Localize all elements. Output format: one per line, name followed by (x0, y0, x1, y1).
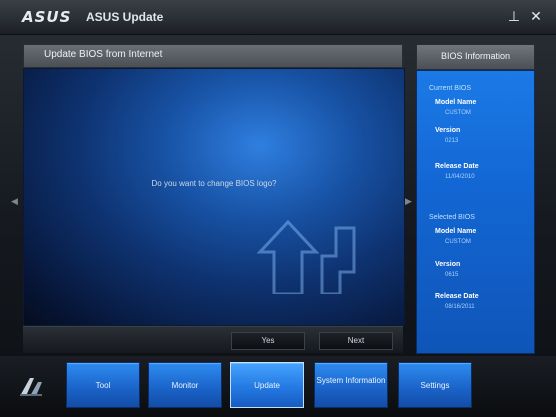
current-version-label: Version (435, 127, 461, 134)
bios-info-title: BIOS Information (440, 51, 511, 61)
selected-version-value: 0615 (445, 272, 459, 278)
current-bios-section: Current BIOS (429, 85, 472, 92)
tab-system-information[interactable]: System Information (314, 362, 388, 408)
selected-model-label: Model Name (435, 228, 477, 235)
current-date-label: Release Date (435, 163, 479, 170)
app-title: ASUS Update (86, 10, 164, 24)
tab-settings-label: Settings (420, 381, 450, 390)
main-panel-title: Update BIOS from Internet (44, 49, 163, 60)
asus-brand-icon (20, 378, 42, 396)
selected-bios-section: Selected BIOS (429, 214, 475, 221)
main-panel-header: Update BIOS from Internet (23, 44, 403, 68)
title-bar: ASUS ASUS Update ⊥ ✕ (0, 0, 556, 35)
change-logo-prompt: Do you want to change BIOS logo? (151, 179, 277, 188)
right-arrow-icon[interactable]: ▶ (405, 196, 412, 207)
tab-tool-label: Tool (95, 381, 111, 390)
tab-system-information-label: System Information (316, 376, 386, 385)
selected-version-label: Version (435, 261, 461, 268)
next-button[interactable]: Next (319, 332, 393, 350)
asus-logo: ASUS (22, 8, 72, 26)
yes-button[interactable]: Yes (231, 332, 305, 350)
tab-settings[interactable]: Settings (398, 362, 472, 408)
selected-model-value: CUSTOM (445, 239, 471, 245)
main-panel: Do you want to change BIOS logo? (23, 68, 405, 326)
dialog-footer: Yes Next (23, 326, 403, 353)
pin-icon[interactable]: ⊥ (506, 8, 522, 24)
tab-monitor[interactable]: Monitor (148, 362, 222, 408)
left-arrow-icon[interactable]: ◀ (11, 196, 18, 207)
update-arrow-icon (256, 219, 356, 294)
close-icon[interactable]: ✕ (528, 8, 544, 24)
bios-info-panel: Current BIOS Model Name CUSTOM Version 0… (416, 70, 535, 354)
current-version-value: 0213 (445, 138, 459, 144)
selected-date-value: 08/16/2011 (445, 304, 475, 310)
current-model-value: CUSTOM (445, 110, 471, 116)
tab-monitor-label: Monitor (171, 381, 199, 390)
tab-update[interactable]: Update (230, 362, 304, 408)
current-date-value: 11/04/2010 (445, 174, 475, 180)
selected-date-label: Release Date (435, 293, 479, 300)
bios-info-header: BIOS Information (416, 44, 535, 70)
tab-tool[interactable]: Tool (66, 362, 140, 408)
asus-update-window: ASUS ASUS Update ⊥ ✕ ◀ ▶ Update BIOS fro… (0, 0, 556, 417)
tab-update-label: Update (254, 381, 280, 390)
current-model-label: Model Name (435, 99, 477, 106)
